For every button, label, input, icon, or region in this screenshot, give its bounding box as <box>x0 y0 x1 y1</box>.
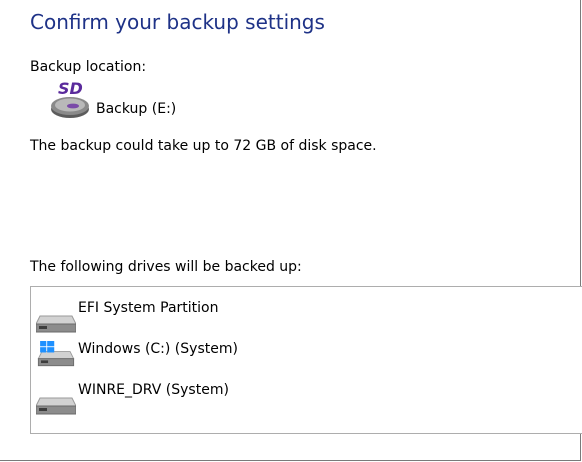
drive-name: WINRE_DRV (System) <box>78 382 229 398</box>
hard-drive-icon <box>36 315 76 333</box>
drive-name: EFI System Partition <box>78 300 219 316</box>
drives-list-label: The following drives will be backed up: <box>30 259 302 275</box>
windows-drive-icon <box>37 341 75 367</box>
page-title: Confirm your backup settings <box>30 10 325 34</box>
disk-space-text: The backup could take up to 72 GB of dis… <box>30 138 377 154</box>
hard-drive-icon <box>36 397 76 415</box>
drive-name: Windows (C:) (System) <box>78 341 238 357</box>
backup-settings-page: Confirm your backup settings Backup loca… <box>0 0 582 461</box>
drives-list: EFI System Partition Windows (C:) (Syste… <box>30 286 582 434</box>
list-item-efi-system-partition: EFI System Partition <box>36 300 536 336</box>
backup-location-label: Backup location: <box>30 59 147 75</box>
backup-location-value: Backup (E:) <box>96 101 177 117</box>
sd-icon-text: SD <box>58 79 83 98</box>
sd-card-drive-icon: SD <box>51 79 89 118</box>
list-item-windows-c: Windows (C:) (System) <box>36 341 536 377</box>
list-item-winre-drv: WINRE_DRV (System) <box>36 382 536 418</box>
